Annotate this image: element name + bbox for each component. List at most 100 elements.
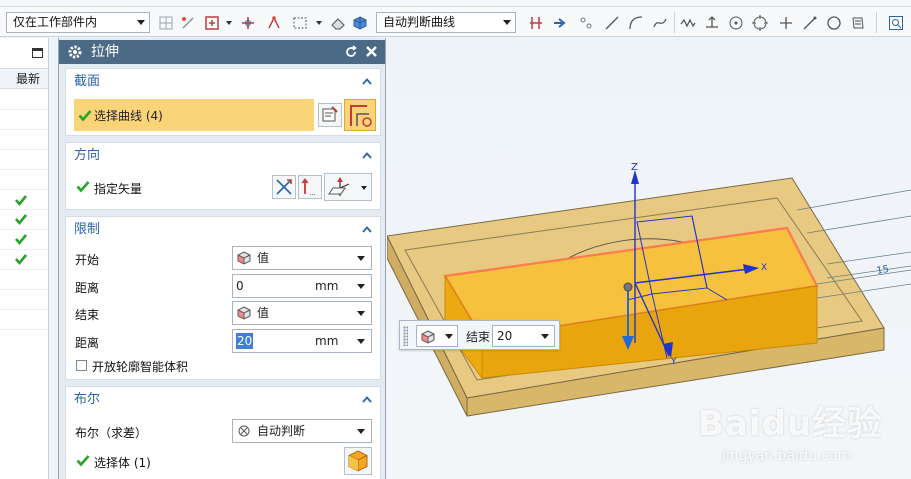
limits-title: 限制 [74,222,101,237]
watermark-url: jingyan.baidu.com [722,448,852,464]
onscreen-end-value: 20 [497,329,513,343]
start-distance-input[interactable]: 0 mm [232,274,372,298]
chevron-down-icon[interactable] [226,21,232,25]
layer-icon[interactable] [850,15,866,31]
start-distance-value: 0 [236,279,244,293]
edge-select-icon[interactable] [266,15,282,31]
watermark: Baidu经验 jingyan.baidu.com [698,392,908,476]
boolean-infer-icon [238,425,250,437]
curve-rule-value: 自动判断曲线 [383,15,456,29]
row-divider [0,289,48,290]
open-profile-checkbox[interactable] [76,360,87,371]
limits-header[interactable]: 限制 [66,217,380,243]
drag-grip-icon[interactable] [403,326,408,346]
chevron-down-icon [541,334,549,339]
row-divider [0,169,48,170]
curve-select-button[interactable] [344,99,376,131]
inferred-vector-combo[interactable] [324,173,372,201]
row-divider [0,209,48,210]
end-label: 结束 [75,308,100,322]
line-icon[interactable] [604,15,620,31]
snap-grid-icon[interactable] [158,15,174,31]
normal-icon[interactable] [704,15,720,31]
curve-icon [350,105,372,127]
onscreen-end-label: 结束 [466,330,491,344]
plus-icon[interactable] [778,15,794,31]
menu-strip [0,0,911,7]
boolean-select[interactable]: 自动判断 [232,419,372,443]
view-fit-icon[interactable] [888,15,904,31]
chevron-down-icon[interactable] [357,284,365,289]
type-filter-combo[interactable]: 仅在工作部件内 [6,12,150,33]
chevron-down-icon [357,311,365,316]
dialog-title-bar[interactable]: 拉伸 [59,40,385,64]
arc-icon[interactable] [628,15,644,31]
row-divider [0,249,48,250]
green-check-icon [76,181,90,193]
chevron-down-icon [357,429,365,434]
onscreen-input[interactable]: 结束 20 [399,320,560,350]
open-profile-label: 开放轮廓智能体积 [92,360,189,374]
stop-at-intersection-icon[interactable] [528,15,544,31]
snap-point-icon[interactable] [180,15,196,31]
close-icon[interactable] [364,44,379,59]
green-check-icon [15,234,28,246]
spline-icon[interactable] [652,15,668,31]
chevron-up-icon[interactable] [362,78,372,85]
follow-fillet-icon[interactable] [552,15,568,31]
gear-icon[interactable] [67,44,83,60]
start-distance-unit: mm [315,279,339,293]
chevron-up-icon[interactable] [362,396,372,403]
select-curve-label: 选择曲线 (4) [94,109,163,123]
chevron-down-icon[interactable] [357,339,365,344]
boolean-label: 布尔（求差） [75,426,148,440]
end-option-select[interactable]: 值 [232,301,372,325]
eraser-icon[interactable] [330,15,346,31]
origin-handle[interactable] [623,282,633,292]
sketch-section-button[interactable] [318,103,342,127]
selection-toolbar: 仅在工作部件内 自动判断曲线 [0,7,911,37]
select-box-icon[interactable] [204,15,220,31]
chevron-down-icon [445,334,453,339]
end-option-value: 值 [257,306,270,320]
circle-icon[interactable] [826,15,842,31]
pencil-line-icon[interactable] [802,15,818,31]
boolean-header[interactable]: 布尔 [66,387,380,413]
direction-header[interactable]: 方向 [66,143,380,169]
chevron-up-icon[interactable] [362,152,372,159]
section-header[interactable]: 截面 [66,69,380,95]
feature-curves-icon[interactable] [578,15,594,31]
start-option-select[interactable]: 值 [232,246,372,270]
chevron-up-icon[interactable] [362,226,372,233]
toolbar-separator [674,12,675,33]
value-cube-icon [421,330,435,344]
onscreen-option-select[interactable] [416,325,458,347]
curve-rule-combo[interactable]: 自动判断曲线 [376,12,516,33]
circle-center-icon[interactable] [728,15,744,31]
maximize-icon[interactable] [32,48,43,58]
type-filter-value: 仅在工作部件内 [13,15,98,29]
rectangle-select-icon[interactable] [292,15,308,31]
end-distance-input[interactable]: 20 mm [232,329,372,353]
end-distance-value: 20 [236,333,254,349]
wave-icon[interactable] [680,15,696,31]
quadrant-icon[interactable] [752,15,768,31]
point-snap-icon[interactable] [240,15,256,31]
direction-title: 方向 [74,148,101,163]
select-body-button[interactable] [344,447,372,475]
limits-group: 限制 开始 值 距离 0 mm 结束 值 距离 20 mm 开放轮廓智能体积 [65,216,381,380]
column-header-latest[interactable]: 最新 [0,68,48,89]
reset-icon[interactable] [344,45,358,59]
chevron-down-icon[interactable] [316,21,322,25]
x-axis-label: X [761,263,767,273]
sketch-icon [322,106,338,122]
solid-body-icon[interactable] [352,15,368,31]
reverse-direction-icon [276,179,292,195]
reverse-direction-button[interactable] [272,175,296,199]
value-cube-icon [237,251,251,265]
start-option-value: 值 [257,251,270,265]
onscreen-end-input[interactable]: 20 [492,325,555,347]
select-curve-row[interactable]: 选择曲线 (4) [74,99,314,131]
section-group: 截面 选择曲线 (4) [65,68,381,136]
vector-dialog-button[interactable]: ... [298,175,322,199]
